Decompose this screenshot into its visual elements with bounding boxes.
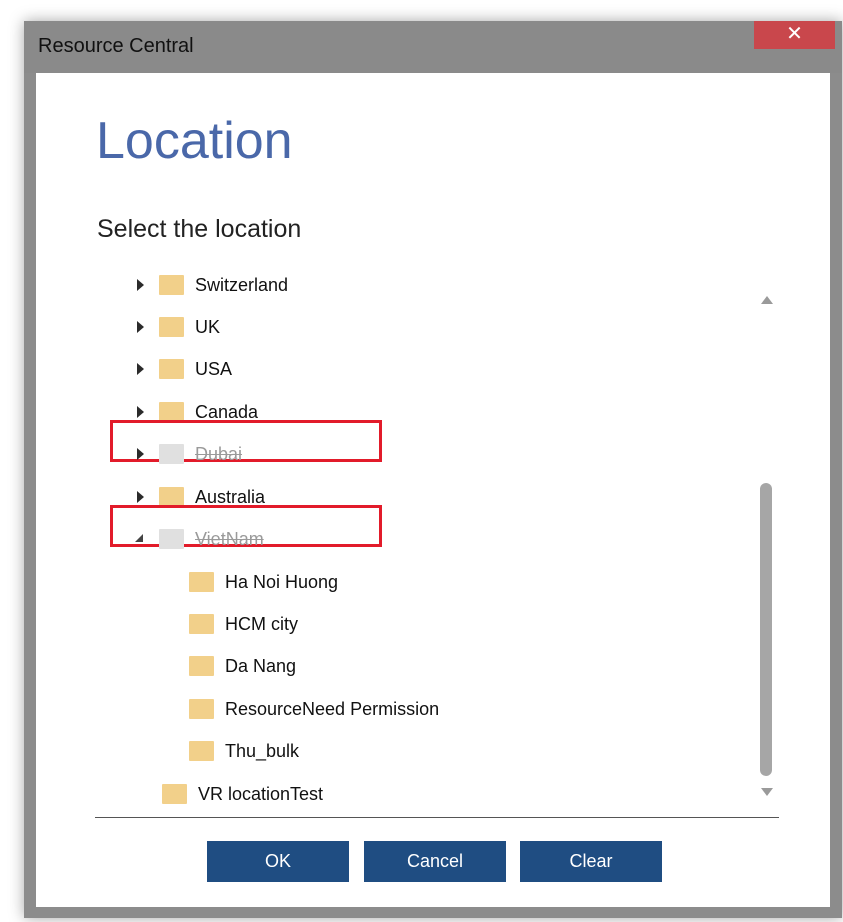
close-button[interactable]: ✕ (754, 21, 835, 49)
expand-arrow-icon[interactable] (133, 361, 149, 377)
page-title: Location (96, 112, 293, 170)
page-subtitle: Select the location (97, 215, 302, 243)
tree-node-label: VR locationTest (198, 783, 324, 804)
scroll-up-arrow-icon[interactable] (761, 296, 773, 304)
tree-child-node[interactable]: Da Nang (189, 645, 296, 687)
cancel-button[interactable]: Cancel (364, 841, 506, 882)
scrollbar-thumb[interactable] (760, 483, 772, 776)
clear-button[interactable]: Clear (520, 841, 662, 882)
expand-arrow-icon[interactable] (133, 319, 149, 335)
tree-node-label: USA (195, 358, 233, 379)
tree-node-label: ResourceNeed Permission (225, 698, 440, 719)
expand-arrow-icon[interactable] (133, 446, 149, 462)
tree-node[interactable]: Switzerland (133, 264, 288, 306)
collapse-arrow-icon[interactable] (133, 531, 149, 547)
tree-child-node[interactable]: Thu_bulk (189, 730, 299, 772)
expand-arrow-icon[interactable] (133, 277, 149, 293)
folder-icon (162, 784, 187, 804)
tree-child-node[interactable]: Ha Noi Huong (189, 561, 338, 603)
expand-arrow-icon[interactable] (133, 404, 149, 420)
folder-icon (189, 741, 214, 761)
tree-node-label: Da Nang (225, 655, 297, 676)
close-icon: ✕ (786, 23, 803, 45)
window-title: Resource Central (38, 35, 194, 57)
tree-node-label: UK (195, 316, 221, 337)
folder-icon (159, 317, 184, 337)
folder-icon (189, 614, 214, 634)
folder-icon (159, 275, 184, 295)
folder-icon (159, 529, 184, 549)
tree-node-label: Thu_bulk (225, 740, 300, 761)
tree-node-label: Switzerland (195, 274, 289, 295)
title-bar[interactable]: Resource Central ✕ (24, 21, 842, 73)
tree-child-node[interactable]: ResourceNeed Permission (189, 688, 439, 730)
folder-icon (159, 402, 184, 422)
dialog-content: Location Select the location Switzerland… (36, 73, 830, 907)
resource-central-dialog: Resource Central ✕ Location Select the l… (24, 21, 842, 918)
tree-node-label: Dubai (195, 443, 243, 464)
location-tree: Switzerland UK USA Canada Dubai Australi… (96, 243, 756, 804)
tree-node[interactable]: USA (133, 348, 232, 390)
ok-button[interactable]: OK (207, 841, 349, 882)
folder-icon (159, 359, 184, 379)
tree-child-node[interactable]: HCM city (189, 603, 298, 645)
scroll-down-arrow-icon[interactable] (761, 788, 773, 796)
tree-node-disabled[interactable]: VietNam (133, 518, 264, 560)
tree-node-label: VietNam (195, 528, 264, 549)
tree-node-disabled[interactable]: Dubai (133, 433, 242, 475)
tree-node-label: Ha Noi Huong (225, 571, 339, 592)
tree-node[interactable]: UK (133, 306, 220, 348)
divider (95, 817, 779, 818)
folder-icon (159, 444, 184, 464)
expand-arrow-icon[interactable] (133, 489, 149, 505)
tree-node[interactable]: VR locationTest (162, 773, 323, 815)
tree-node-label: HCM city (225, 613, 298, 634)
folder-icon (189, 699, 214, 719)
folder-icon (189, 656, 214, 676)
folder-icon (189, 572, 214, 592)
folder-icon (159, 487, 184, 507)
